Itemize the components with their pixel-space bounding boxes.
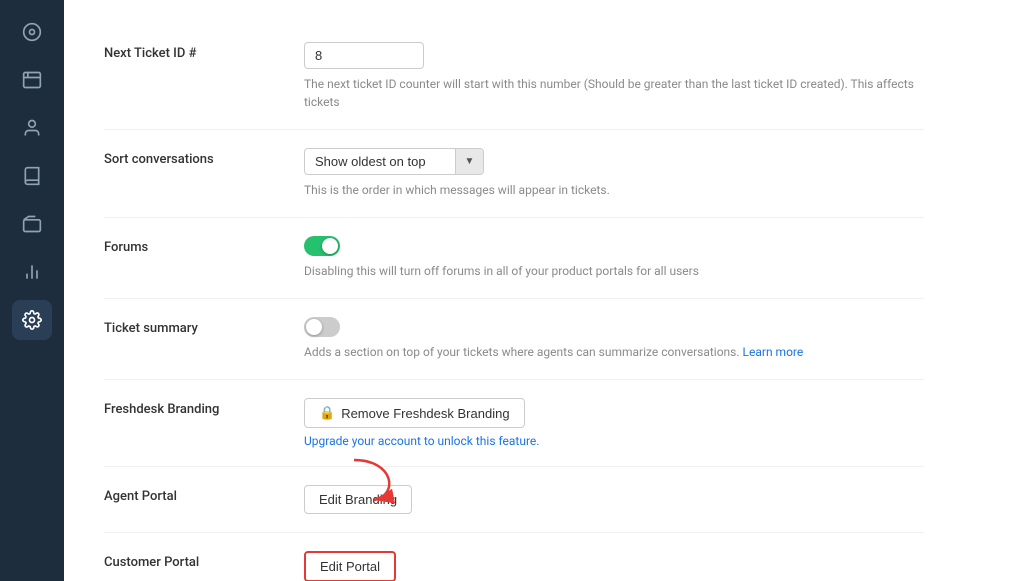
sort-conversations-label: Sort conversations — [104, 148, 284, 167]
ticket-summary-label: Ticket summary — [104, 317, 284, 336]
edit-branding-button[interactable]: Edit Branding — [304, 485, 412, 514]
sort-conversations-description: This is the order in which messages will… — [304, 181, 924, 199]
setting-row-sort-conversations: Sort conversations Show oldest on top Sh… — [104, 130, 924, 218]
sidebar — [0, 0, 64, 581]
next-ticket-id-control: The next ticket ID counter will start wi… — [304, 42, 924, 111]
sort-conversations-select-wrapper[interactable]: Show oldest on top Show newest on top ▼ — [304, 148, 484, 175]
forums-label: Forums — [104, 236, 284, 255]
setting-row-ticket-summary: Ticket summary Adds a section on top of … — [104, 299, 924, 380]
customer-portal-label: Customer Portal — [104, 551, 284, 570]
sort-conversations-select[interactable]: Show oldest on top Show newest on top — [305, 149, 455, 174]
setting-row-agent-portal: Agent Portal Edit Branding — [104, 467, 924, 533]
ticket-icon[interactable] — [12, 204, 52, 244]
freshdesk-branding-control: 🔒 Remove Freshdesk Branding Upgrade your… — [304, 398, 924, 448]
ticket-summary-toggle-track[interactable] — [304, 317, 340, 337]
solutions-icon[interactable] — [12, 156, 52, 196]
next-ticket-id-label: Next Ticket ID # — [104, 42, 284, 61]
settings-main: Next Ticket ID # The next ticket ID coun… — [64, 0, 1024, 581]
setting-row-customer-portal: Customer Portal Edit Portal — [104, 533, 924, 581]
settings-icon[interactable] — [12, 300, 52, 340]
agent-portal-control: Edit Branding — [304, 485, 924, 514]
ticket-summary-description: Adds a section on top of your tickets wh… — [304, 343, 924, 361]
customer-portal-control: Edit Portal — [304, 551, 924, 581]
forums-description: Disabling this will turn off forums in a… — [304, 262, 924, 280]
setting-row-freshdesk-branding: Freshdesk Branding 🔒 Remove Freshdesk Br… — [104, 380, 924, 467]
ticket-summary-toggle[interactable] — [304, 317, 924, 337]
agent-portal-label: Agent Portal — [104, 485, 284, 504]
ticket-summary-learn-more-link[interactable]: Learn more — [743, 345, 804, 359]
ticket-summary-toggle-thumb — [306, 319, 322, 335]
next-ticket-id-input[interactable] — [304, 42, 424, 69]
remove-freshdesk-branding-button[interactable]: 🔒 Remove Freshdesk Branding — [304, 398, 525, 428]
home-icon[interactable] — [12, 12, 52, 52]
contacts-icon[interactable] — [12, 108, 52, 148]
sort-conversations-control: Show oldest on top Show newest on top ▼ … — [304, 148, 924, 199]
forums-toggle-thumb — [322, 238, 338, 254]
upgrade-account-link[interactable]: Upgrade your account to unlock this feat… — [304, 434, 924, 448]
reports-icon[interactable] — [12, 252, 52, 292]
forums-control: Disabling this will turn off forums in a… — [304, 236, 924, 280]
lock-icon: 🔒 — [319, 405, 335, 421]
next-ticket-id-description: The next ticket ID counter will start wi… — [304, 75, 924, 111]
ticket-summary-control: Adds a section on top of your tickets wh… — [304, 317, 924, 361]
edit-portal-button[interactable]: Edit Portal — [304, 551, 396, 581]
forums-toggle-track[interactable] — [304, 236, 340, 256]
forums-toggle[interactable] — [304, 236, 924, 256]
settings-container: Next Ticket ID # The next ticket ID coun… — [64, 0, 964, 581]
sort-conversations-select-arrow[interactable]: ▼ — [455, 149, 483, 174]
setting-row-forums: Forums Disabling this will turn off foru… — [104, 218, 924, 299]
inbox-icon[interactable] — [12, 60, 52, 100]
setting-row-next-ticket-id: Next Ticket ID # The next ticket ID coun… — [104, 24, 924, 130]
freshdesk-branding-label: Freshdesk Branding — [104, 398, 284, 417]
